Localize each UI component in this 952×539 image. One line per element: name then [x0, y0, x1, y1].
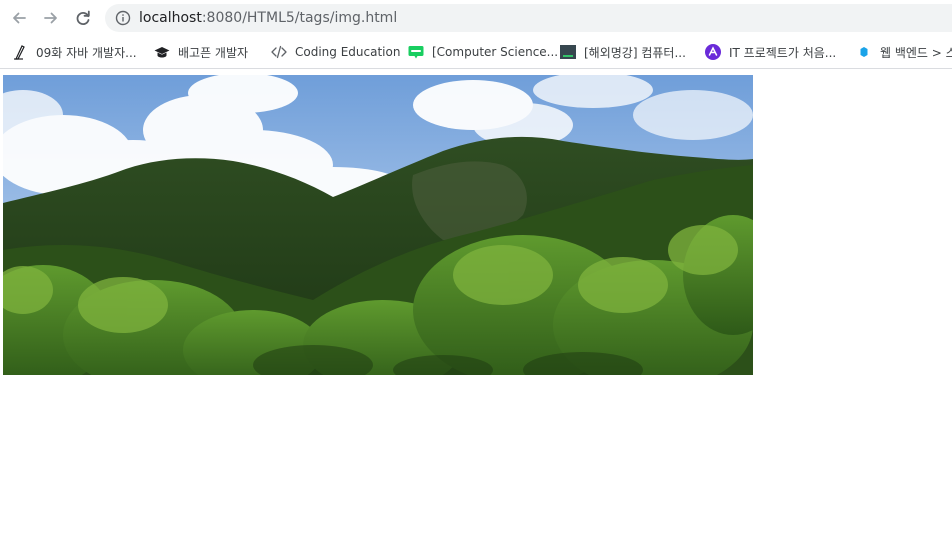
purple-circle-logo-icon [705, 44, 721, 60]
code-brackets-icon [271, 44, 287, 60]
bookmark-item[interactable]: IT 프로젝트가 처음... [705, 41, 836, 63]
bookmark-label: 배고픈 개발자 [178, 45, 249, 60]
back-button[interactable] [7, 6, 31, 30]
forward-button[interactable] [39, 6, 63, 30]
arrow-left-icon [13, 12, 26, 24]
info-icon[interactable] [115, 10, 131, 26]
browser-toolbar: localhost:8080/HTML5/tags/img.html [0, 0, 952, 36]
bookmark-label: IT 프로젝트가 처음... [729, 45, 837, 60]
bookmark-label: [Computer Science... [432, 45, 559, 59]
bookmark-label: 웹 백엔드 > 스 [880, 45, 952, 60]
arrow-right-icon [44, 12, 57, 24]
blog-chat-icon [408, 44, 424, 60]
bookmark-item[interactable]: [해외명강] 컴퓨터... [560, 41, 686, 63]
url-text[interactable]: localhost:8080/HTML5/tags/img.html [139, 9, 397, 27]
graduation-cap-icon [154, 44, 170, 60]
bookmark-item[interactable]: 배고픈 개발자 [154, 41, 248, 63]
reload-icon [76, 10, 90, 25]
pen-nib-icon [12, 44, 28, 60]
blue-drop-icon [856, 44, 872, 60]
url-host: localhost [139, 10, 202, 26]
bookmark-item[interactable]: 09화 자바 개발자... [12, 41, 137, 63]
bookmarks-bar: 09화 자바 개발자... 배고픈 개발자 Coding Education [… [0, 36, 952, 69]
address-bar[interactable]: localhost:8080/HTML5/tags/img.html [105, 4, 952, 32]
reload-button[interactable] [71, 6, 95, 30]
bookmark-label: [해외명강] 컴퓨터... [584, 45, 686, 60]
bookmark-label: 09화 자바 개발자... [36, 45, 137, 60]
bookmark-item[interactable]: [Computer Science... [408, 41, 558, 63]
bookmark-label: Coding Education [295, 45, 401, 59]
bookmark-item[interactable]: Coding Education [271, 41, 400, 63]
url-path: :8080/HTML5/tags/img.html [201, 10, 398, 26]
terminal-window-icon [560, 44, 576, 60]
mountain-photo [3, 75, 753, 375]
landscape-illustration [3, 75, 753, 375]
bookmark-item[interactable]: 웹 백엔드 > 스 [856, 41, 952, 63]
